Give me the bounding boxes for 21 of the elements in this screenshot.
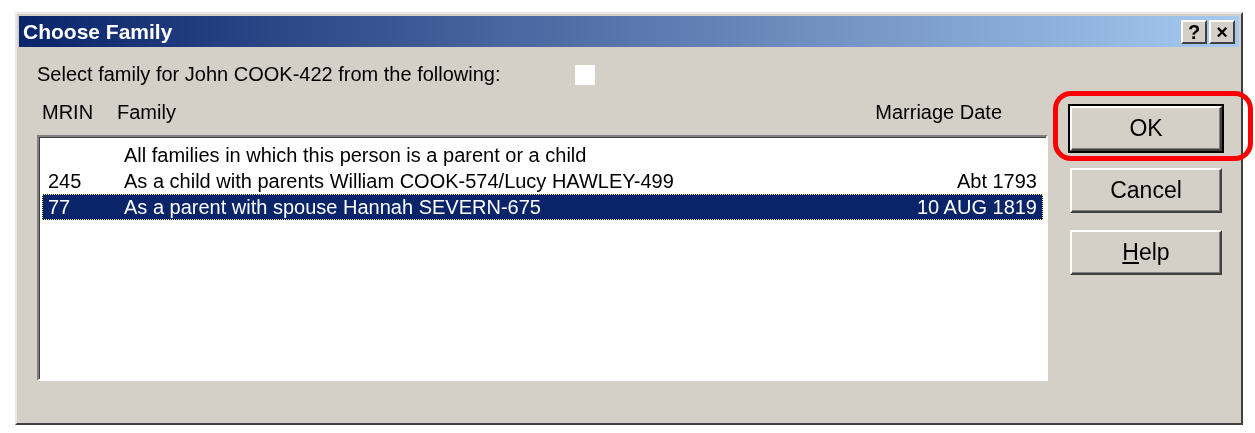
help-button[interactable]: ? [1181,19,1207,44]
list-cell: 10 AUG 1819 [916,195,1037,219]
list-row[interactable]: All families in which this person is a parent or a child [42,142,1043,168]
list-cell-text: 245 [48,169,83,193]
list-cell-text: As a child with parents William COOK-574/Lucy HAWLEY-499 [124,169,675,193]
close-button[interactable]: × [1209,19,1235,44]
list-cell-text: 77 [48,195,72,219]
dialog-button[interactable]: Cancel [1070,168,1222,213]
list-row[interactable]: 77 As a parent with spouse Hannah SEVERN-675 10 AUG 1819 [42,194,1043,220]
dialog-button[interactable]: OK [1070,106,1222,151]
dialog-button[interactable]: Help [1070,230,1222,275]
list-cell-text: All families in which this person is a parent or a child [124,143,588,167]
column-header: Family [117,101,177,125]
list-cell-text: As a parent with spouse Hannah SEVERN-675 [124,195,542,219]
window-title: Choose Family [23,19,174,44]
column-header: MRIN [42,101,95,125]
column-header: Marriage Date [875,101,1002,125]
list-row[interactable]: 245 As a child with parents William COOK-574/Lucy HAWLEY-499 Abt 1793 [42,168,1043,194]
list-cell: Abt 1793 [956,169,1037,193]
instruction-text: Select family for John COOK-422 from the following: [37,63,501,87]
square-icon [575,65,595,85]
